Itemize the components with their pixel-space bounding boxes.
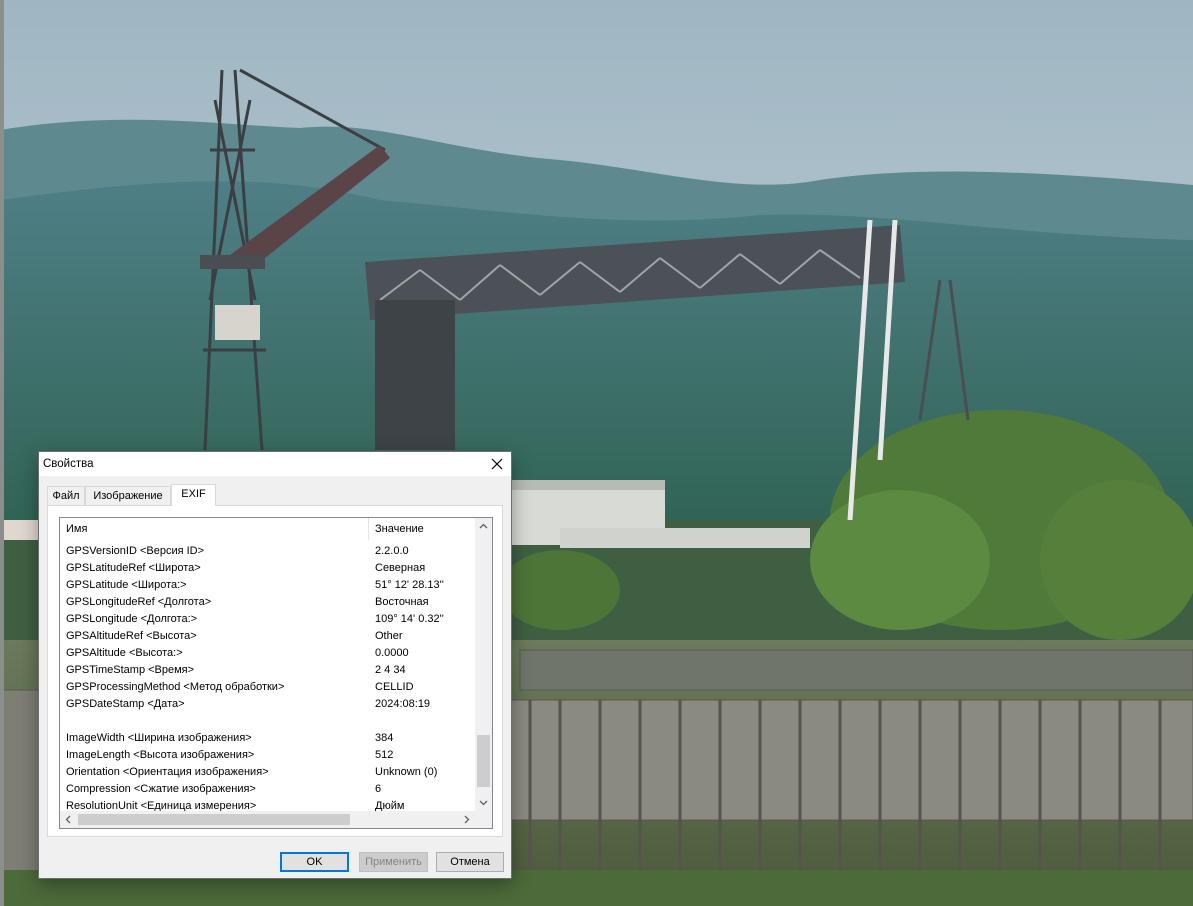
exif-panel: Имя Значение GPSVersionID <Версия ID> 2.2… xyxy=(47,505,503,837)
table-row[interactable] xyxy=(60,713,478,730)
row-value: 2 4 34 xyxy=(375,664,406,676)
row-value: 2024:08:19 xyxy=(375,698,431,710)
row-value: 0.0000 xyxy=(375,647,409,659)
table-row[interactable]: Orientation <Ориентация изображения> Unkn… xyxy=(60,764,478,781)
column-header-value[interactable]: Значение xyxy=(369,518,478,540)
row-name: Compression <Сжатие изображения> xyxy=(66,783,256,795)
row-name: GPSLongitude <Долгота:> xyxy=(66,613,198,625)
row-value: 51° 12' 28.13'' xyxy=(375,579,444,591)
scroll-corner xyxy=(475,811,492,828)
row-value: Unknown (0) xyxy=(375,766,438,778)
row-name: GPSAltitude <Высота:> xyxy=(66,647,183,659)
row-value: 109° 14' 0.32'' xyxy=(375,613,444,625)
row-name: GPSVersionID <Версия ID> xyxy=(66,545,205,557)
list-header: Имя Значение xyxy=(60,518,478,540)
row-name: GPSTimeStamp <Время> xyxy=(66,664,195,676)
column-header-name[interactable]: Имя xyxy=(60,518,369,540)
row-name: GPSAltitudeRef <Высота> xyxy=(66,630,197,642)
row-name: GPSDateStamp <Дата> xyxy=(66,698,185,710)
row-name: GPSLatitude <Широта:> xyxy=(66,579,187,591)
scroll-up-icon[interactable] xyxy=(475,518,492,535)
table-row[interactable]: GPSAltitude <Высота:> 0.0000 xyxy=(60,645,478,662)
table-row[interactable]: GPSLatitudeRef <Широта> Северная xyxy=(60,560,478,577)
table-row[interactable]: ImageLength <Высота изображения> 512 xyxy=(60,747,478,764)
row-value: CELLID xyxy=(375,681,414,693)
row-value: 512 xyxy=(375,749,394,761)
dialog-title: Свойства xyxy=(43,458,94,470)
apply-button[interactable]: Применить xyxy=(359,852,428,872)
table-row[interactable]: Compression <Сжатие изображения> 6 xyxy=(60,781,478,798)
table-row[interactable]: GPSLongitude <Долгота:> 109° 14' 0.32'' xyxy=(60,611,478,628)
row-name: GPSLongitudeRef <Долгота> xyxy=(66,596,212,608)
cancel-button[interactable]: Отмена xyxy=(436,852,504,872)
table-row[interactable]: GPSVersionID <Версия ID> 2.2.0.0 xyxy=(60,543,478,560)
table-row[interactable]: GPSTimeStamp <Время> 2 4 34 xyxy=(60,662,478,679)
row-name: ImageLength <Высота изображения> xyxy=(66,749,255,761)
window-edge xyxy=(0,0,4,906)
row-name: GPSProcessingMethod <Метод обработки> xyxy=(66,681,285,693)
table-row[interactable]: GPSDateStamp <Дата> 2024:08:19 xyxy=(60,696,478,713)
tab-file[interactable]: Файл xyxy=(47,486,85,505)
scroll-right-icon[interactable] xyxy=(458,811,475,828)
row-name: Orientation <Ориентация изображения> xyxy=(66,766,269,778)
row-value: Северная xyxy=(375,562,426,574)
row-value: 384 xyxy=(375,732,394,744)
tab-exif[interactable]: EXIF xyxy=(171,484,216,506)
table-row[interactable]: GPSLongitudeRef <Долгота> Восточная xyxy=(60,594,478,611)
row-value: 6 xyxy=(375,783,382,795)
dialog-titlebar[interactable]: Свойства xyxy=(39,452,511,476)
list-rows: GPSVersionID <Версия ID> 2.2.0.0 GPSLatitu… xyxy=(60,543,478,815)
row-name: ImageWidth <Ширина изображения> xyxy=(66,732,252,744)
scroll-down-icon[interactable] xyxy=(475,794,492,811)
vertical-scrollbar[interactable] xyxy=(475,518,492,811)
scroll-left-icon[interactable] xyxy=(60,811,77,828)
horizontal-scrollbar[interactable] xyxy=(60,811,492,828)
exif-listview[interactable]: Имя Значение GPSVersionID <Версия ID> 2.2… xyxy=(59,517,493,829)
ok-button[interactable]: OK xyxy=(280,852,349,872)
table-row[interactable]: GPSProcessingMethod <Метод обработки> CEL… xyxy=(60,679,478,696)
tab-image[interactable]: Изображение xyxy=(85,486,171,505)
table-row[interactable]: GPSAltitudeRef <Высота> Other xyxy=(60,628,478,645)
table-row[interactable]: GPSLatitude <Широта:> 51° 12' 28.13'' xyxy=(60,577,478,594)
row-name: GPSLatitudeRef <Широта> xyxy=(66,562,201,574)
row-value: Восточная xyxy=(375,596,429,608)
row-value: Other xyxy=(375,630,403,642)
close-icon[interactable] xyxy=(489,456,505,472)
table-row[interactable]: ImageWidth <Ширина изображения> 384 xyxy=(60,730,478,747)
row-value: 2.2.0.0 xyxy=(375,545,409,557)
vertical-scroll-thumb[interactable] xyxy=(477,735,490,787)
horizontal-scroll-thumb[interactable] xyxy=(78,814,350,825)
properties-dialog: Свойства Файл Изображение EXIF Имя Значе… xyxy=(38,451,512,879)
